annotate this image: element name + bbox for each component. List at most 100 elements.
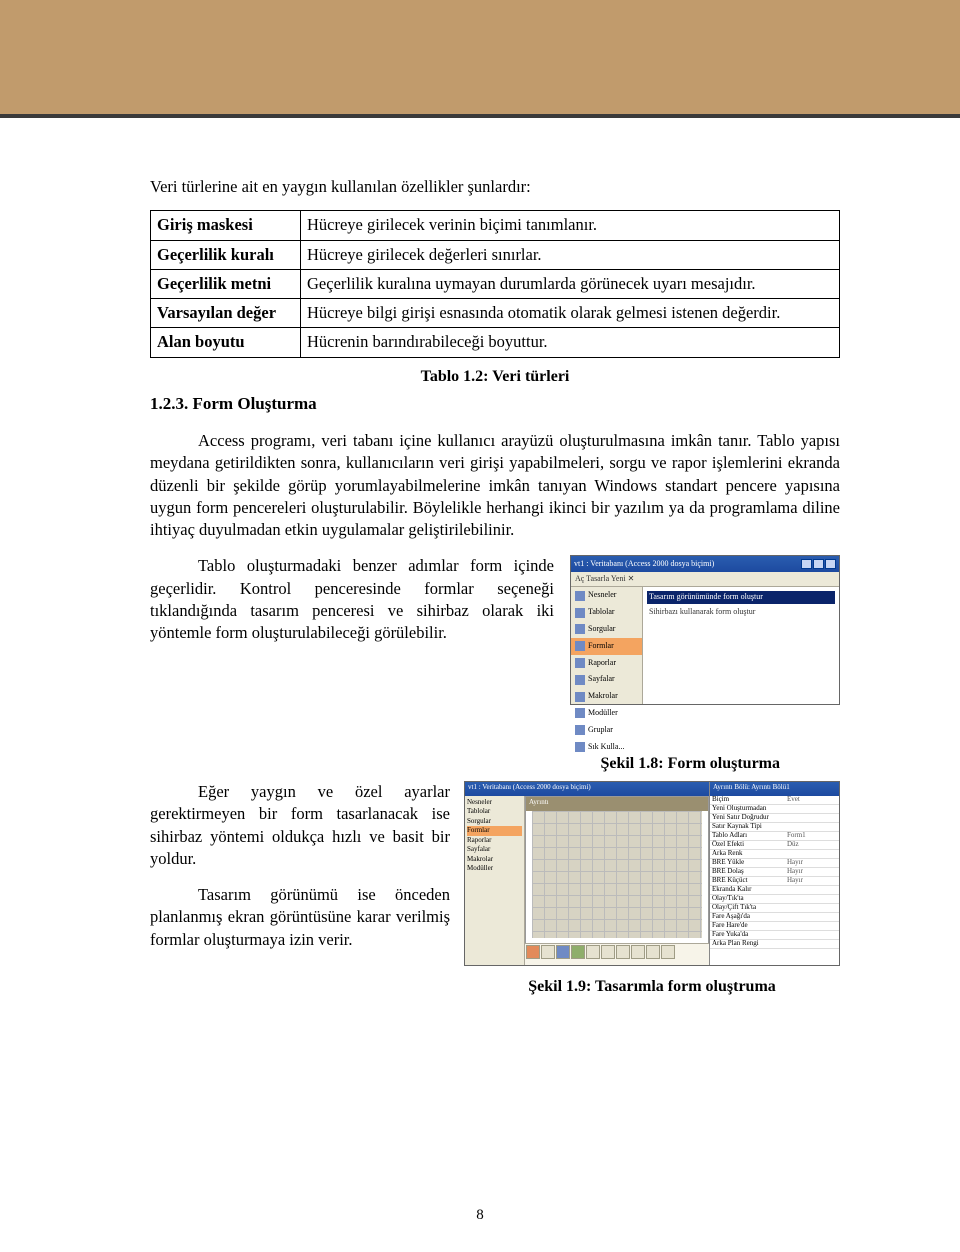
- nav-item: Nesneler: [571, 587, 642, 604]
- nav-label: Sorgular: [588, 624, 615, 635]
- nav-item: Formlar: [571, 638, 642, 655]
- form-option: Tasarım görünümünde form oluştur: [647, 591, 835, 604]
- property-list: BiçimEvetYeni OluşturmadanYeni Satır Doğ…: [710, 796, 839, 965]
- palette-btn: [601, 945, 615, 959]
- property-name: Varsayılan değer: [151, 299, 301, 328]
- data-types-table: Giriş maskesiHücreye girilecek verinin b…: [150, 210, 840, 357]
- palette-btn: [526, 945, 540, 959]
- nav-icon: [575, 608, 585, 618]
- property-titlebar: Ayrıntı Bölü: Ayrıntı Bölü1: [710, 782, 839, 796]
- figure-2-column: vt1 : Veritabanı (Access 2000 dosya biçi…: [464, 781, 840, 998]
- access-titlebar: vt1 : Veritabanı (Access 2000 dosya biçi…: [571, 556, 839, 572]
- nav-item: Tablolar: [571, 604, 642, 621]
- paragraph-2: Tablo oluşturmadaki benzer adımlar form …: [150, 555, 554, 705]
- nav-item: Sık Kulla...: [571, 739, 642, 756]
- design-window: vt1 : Veritabanı (Access 2000 dosya biçi…: [464, 781, 840, 966]
- intro-text: Veri türlerine ait en yaygın kullanılan …: [150, 176, 840, 198]
- nav-label: Tablolar: [588, 607, 615, 618]
- prop-value: Düz: [787, 840, 837, 849]
- nav-icon: [575, 675, 585, 685]
- page-content: Veri türlerine ait en yaygın kullanılan …: [0, 126, 960, 998]
- nav-label: Sayfalar: [588, 674, 615, 685]
- nav-item: Makrolar: [571, 688, 642, 705]
- palette-btn: [586, 945, 600, 959]
- palette-btn: [661, 945, 675, 959]
- design-titlebar: vt1 : Veritabanı (Access 2000 dosya biçi…: [465, 782, 709, 796]
- nav-item: Raporlar: [571, 655, 642, 672]
- close-icon: [825, 559, 836, 569]
- window-buttons: [801, 559, 836, 569]
- access-title: vt1 : Veritabanı (Access 2000 dosya biçi…: [574, 559, 714, 570]
- nav-icon: [575, 692, 585, 702]
- section-2: Şekil 1.8: Form oluşturma Eğer yaygın ve…: [150, 753, 840, 997]
- palette-btn: [571, 945, 585, 959]
- row-with-figure-2: Eğer yaygın ve özel ayarlar gerektirmeye…: [150, 781, 840, 998]
- palette-btn: [616, 945, 630, 959]
- property-name: Geçerlilik kuralı: [151, 240, 301, 269]
- property-name: Alan boyutu: [151, 328, 301, 357]
- figure-2-caption: Şekil 1.9: Tasarımla form oluştruma: [464, 976, 840, 998]
- detail-header: Ayrıntı: [526, 797, 708, 811]
- nav-label: Gruplar: [588, 725, 613, 736]
- table-row: Alan boyutuHücrenin barındırabileceği bo…: [151, 328, 840, 357]
- property-desc: Hücreye girilecek verinin biçimi tanımla…: [301, 211, 840, 240]
- nav-icon: [575, 641, 585, 651]
- palette-btn: [646, 945, 660, 959]
- toolbox-palette: [525, 943, 709, 965]
- nav-item: Sorgular: [571, 621, 642, 638]
- section-heading: 1.2.3. Form Oluşturma: [150, 393, 840, 416]
- form-option: Sihirbazı kullanarak form oluştur: [647, 606, 835, 619]
- property-desc: Geçerlilik kuralına uymayan durumlarda g…: [301, 269, 840, 298]
- nav-label: Sık Kulla...: [588, 742, 624, 753]
- table-row: Geçerlilik metniGeçerlilik kuralına uyma…: [151, 269, 840, 298]
- figure-1-box: vt1 : Veritabanı (Access 2000 dosya biçi…: [570, 555, 840, 705]
- property-sheet: Ayrıntı Bölü: Ayrıntı Bölü1 BiçimEvetYen…: [709, 782, 839, 965]
- prop-name: Arka Plan Rengi: [712, 939, 787, 948]
- palette-btn: [631, 945, 645, 959]
- access-body: Nesneler Tablolar Sorgular Formlar Raporlar S…: [571, 587, 839, 704]
- property-desc: Hücrenin barındırabileceği boyuttur.: [301, 328, 840, 357]
- nav-icon: [575, 658, 585, 668]
- design-grid: [532, 811, 702, 938]
- text-column: Eğer yaygın ve özel ayarlar gerektirmeye…: [150, 781, 450, 998]
- nav-icon: [575, 591, 585, 601]
- prop-value: Hayır: [787, 876, 837, 885]
- page-number: 8: [0, 1207, 960, 1224]
- table-row: Geçerlilik kuralıHücreye girilecek değer…: [151, 240, 840, 269]
- maximize-icon: [813, 559, 824, 569]
- nav-icon: [575, 708, 585, 718]
- property-name: Geçerlilik metni: [151, 269, 301, 298]
- nav-item: Gruplar: [571, 722, 642, 739]
- form-canvas: Ayrıntı: [525, 796, 709, 945]
- property-desc: Hücreye girilecek değerleri sınırlar.: [301, 240, 840, 269]
- palette-btn: [556, 945, 570, 959]
- access-pane: Tasarım görünümünde form oluştur Sihirbaz…: [643, 587, 839, 704]
- nav-item: Sayfalar: [571, 671, 642, 688]
- nav-label: Makrolar: [588, 691, 618, 702]
- palette-btn: [541, 945, 555, 959]
- paragraph-1: Access programı, veri tabanı içine kulla…: [150, 430, 840, 541]
- nav-label: Formlar: [588, 641, 614, 652]
- design-left: vt1 : Veritabanı (Access 2000 dosya biçi…: [465, 782, 709, 965]
- paragraph-3: Eğer yaygın ve özel ayarlar gerektirmeye…: [150, 781, 450, 870]
- nav-label: Modüller: [588, 708, 618, 719]
- nav-icon: [575, 742, 585, 752]
- nav-label: Raporlar: [588, 658, 616, 669]
- property-row: Arka Plan Rengi: [710, 940, 839, 949]
- minimize-icon: [801, 559, 812, 569]
- access-nav: Nesneler Tablolar Sorgular Formlar Raporlar S…: [571, 587, 643, 704]
- nav-icon: [575, 725, 585, 735]
- table-caption: Tablo 1.2: Veri türleri: [150, 366, 840, 388]
- property-name: Giriş maskesi: [151, 211, 301, 240]
- access-window: vt1 : Veritabanı (Access 2000 dosya biçi…: [570, 555, 840, 705]
- access-toolbar: Aç Tasarla Yeni ✕: [571, 572, 839, 587]
- figure-1-caption: Şekil 1.8: Form oluşturma: [150, 753, 840, 775]
- nav-item: Modüller: [571, 705, 642, 722]
- row-with-figure-1: Tablo oluşturmadaki benzer adımlar form …: [150, 555, 840, 705]
- prop-value: Evet: [787, 796, 837, 805]
- page-header-band: [0, 0, 960, 118]
- property-desc: Hücreye bilgi girişi esnasında otomatik …: [301, 299, 840, 328]
- nav-label: Nesneler: [588, 590, 616, 601]
- table-row: Giriş maskesiHücreye girilecek verinin b…: [151, 211, 840, 240]
- paragraph-4: Tasarım görünümü ise önceden planlanmış …: [150, 884, 450, 951]
